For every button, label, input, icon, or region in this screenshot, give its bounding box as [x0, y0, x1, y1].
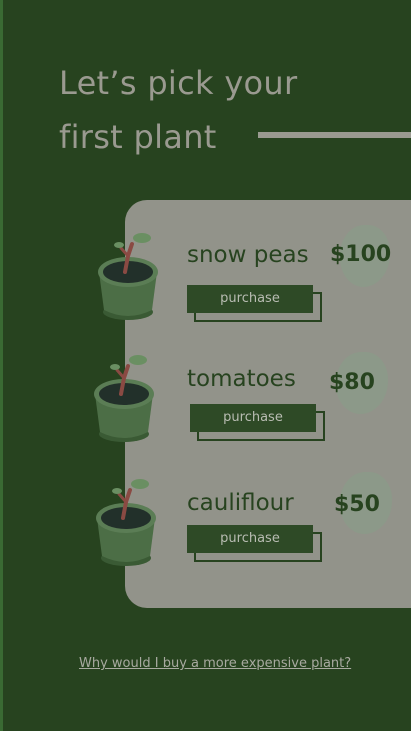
potted-plant-icon: [96, 479, 156, 566]
purchase-button-group: purchase: [190, 404, 325, 441]
plant-row: tomatoes $80 purchase: [0, 346, 411, 456]
purchase-button-group: purchase: [187, 285, 322, 322]
plant-row: cauliflour $50 purchase: [0, 470, 411, 580]
purchase-button-group: purchase: [187, 525, 322, 562]
plant-name: tomatoes: [187, 366, 296, 392]
plant-price: $80: [329, 370, 375, 395]
potted-plant-icon: [98, 233, 158, 320]
potted-plant-icon: [94, 355, 154, 442]
plant-price: $100: [330, 242, 392, 267]
purchase-button[interactable]: purchase: [187, 525, 313, 553]
page-title: Let’s pick your first plant: [59, 56, 389, 164]
purchase-button[interactable]: purchase: [187, 285, 313, 313]
plant-name: cauliflour: [187, 490, 294, 516]
expensive-plant-info-link[interactable]: Why would I buy a more expensive plant?: [79, 656, 351, 671]
plant-price: $50: [334, 492, 380, 517]
purchase-button[interactable]: purchase: [190, 404, 316, 432]
title-line-1: Let’s pick your: [59, 64, 298, 102]
plant-name: snow peas: [187, 242, 309, 268]
plant-row: snow peas $100 purchase: [0, 222, 411, 332]
title-divider: [258, 132, 411, 138]
